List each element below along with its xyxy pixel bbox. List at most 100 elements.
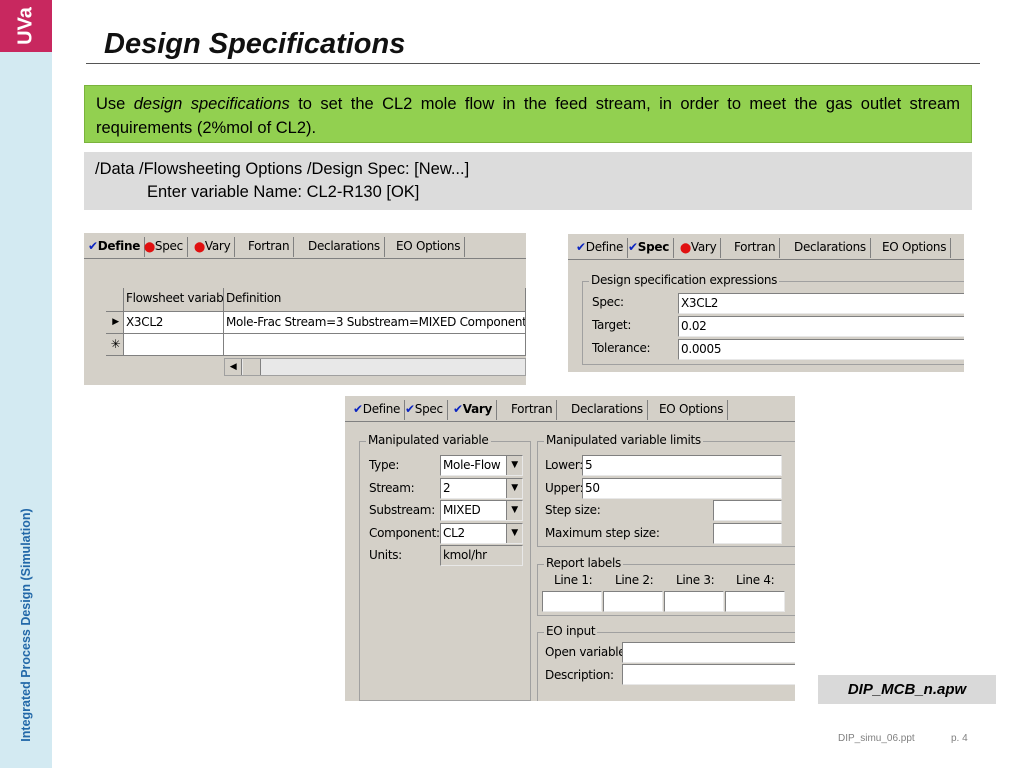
tab-strip: ✔Define ✔Spec ⬤Vary Fortran Declarations… [568,234,964,260]
line2-field[interactable] [603,591,663,612]
line2-label: Line 2: [615,573,654,587]
cell-variable[interactable]: X3CL2 [124,312,224,334]
row-pointer-icon: ▶ [106,312,124,334]
tab-declarations[interactable]: Declarations [304,237,385,257]
check-icon: ✔ [88,239,98,253]
chevron-down-icon[interactable]: ▼ [506,456,522,475]
tab-vary[interactable]: ⬤Vary [676,238,722,258]
tolerance-label: Tolerance: [592,341,651,355]
description-label: Description: [545,668,614,682]
scroll-left-button[interactable]: ◀ [225,359,242,375]
spec-tab-screenshot: ✔Define ✔Spec ⬤Vary Fortran Declarations… [568,234,964,372]
file-name-badge: DIP_MCB_n.apw [818,675,996,704]
line1-field[interactable] [542,591,602,612]
group-legend: EO input [544,624,598,638]
substream-dropdown[interactable]: MIXED ▼ [440,500,523,521]
footer-page: p. 4 [951,733,968,744]
line4-field[interactable] [725,591,785,612]
group-legend: Manipulated variable limits [544,433,703,447]
tab-vary[interactable]: ⬤Vary [190,237,236,257]
tab-fortran[interactable]: Fortran [507,400,558,420]
units-field[interactable]: kmol/hr [440,545,523,566]
scroll-thumb[interactable] [243,359,261,375]
type-label: Type: [369,458,400,472]
footer-file: DIP_simu_06.ppt [838,733,915,744]
tab-fortran[interactable]: Fortran [730,238,781,258]
left-sidebar: UVa Integrated Process Design (Simulatio… [0,0,52,768]
description-field[interactable] [622,664,795,685]
tab-eo-options[interactable]: EO Options [655,400,729,420]
tab-fortran[interactable]: Fortran [244,237,295,257]
tab-vary[interactable]: ✔Vary [449,400,498,420]
check-icon: ✔ [453,402,463,416]
step-size-field[interactable] [713,500,782,521]
new-row-icon: ✳ [106,334,124,356]
tab-declarations[interactable]: Declarations [567,400,648,420]
lower-label: Lower: [545,458,583,472]
cell-definition[interactable]: Mole-Frac Stream=3 Substream=MIXED Compo… [224,312,526,334]
spec-field[interactable]: X3CL2 [678,293,964,314]
tab-define[interactable]: ✔Define [349,400,406,420]
chevron-down-icon[interactable]: ▼ [506,479,522,498]
upper-field[interactable]: 50 [582,478,782,499]
chevron-down-icon[interactable]: ▼ [506,524,522,543]
intro-emphasis: design specifications [133,95,290,113]
sidebar-caption: Integrated Process Design (Simulation) [19,508,33,742]
column-header-flowsheet-variable[interactable]: Flowsheet variable [124,288,224,312]
max-step-size-label: Maximum step size: [545,526,660,540]
group-legend: Design specification expressions [589,273,780,287]
target-field[interactable]: 0.02 [678,316,964,337]
chevron-down-icon[interactable]: ▼ [506,501,522,520]
intro-box: Use design specifications to set the CL2… [84,85,972,143]
line3-field[interactable] [664,591,724,612]
component-label: Component: [369,526,440,540]
incomplete-icon: ⬤ [680,243,691,254]
tab-declarations[interactable]: Declarations [790,238,871,258]
menu-path-line2: Enter variable Name: CL2-R130 [OK] [147,183,420,201]
lower-field[interactable]: 5 [582,455,782,476]
open-variable-field[interactable] [622,642,795,663]
horizontal-scrollbar[interactable]: ◀ [224,358,526,376]
check-icon: ✔ [353,402,363,416]
check-icon: ✔ [576,240,586,254]
max-step-size-field[interactable] [713,523,782,544]
line3-label: Line 3: [676,573,715,587]
tab-spec[interactable]: ⬤Spec [140,237,188,257]
tolerance-field[interactable]: 0.0005 [678,339,964,360]
tab-spec[interactable]: ✔Spec [624,238,675,258]
tab-eo-options[interactable]: EO Options [392,237,466,257]
type-dropdown[interactable]: Mole-Flow ▼ [440,455,523,476]
page-title: Design Specifications [104,28,406,60]
incomplete-icon: ⬤ [144,242,155,253]
cell-new-definition[interactable] [224,334,526,356]
menu-path-line1: /Data /Flowsheeting Options /Design Spec… [95,160,470,178]
check-icon: ✔ [628,240,638,254]
stream-dropdown[interactable]: 2 ▼ [440,478,523,499]
cell-new-variable[interactable] [124,334,224,356]
line1-label: Line 1: [554,573,593,587]
intro-lead: Use [96,95,134,113]
menu-path-box: /Data /Flowsheeting Options /Design Spec… [84,152,972,210]
units-label: Units: [369,548,402,562]
tab-eo-options[interactable]: EO Options [878,238,952,258]
uva-logo: UVa [0,0,52,52]
grid-corner [106,288,124,312]
tab-define[interactable]: ✔Define [84,237,146,257]
logo-text: UVa [14,7,37,45]
tab-define[interactable]: ✔Define [572,238,629,258]
substream-label: Substream: [369,503,435,517]
spec-label: Spec: [592,295,624,309]
tab-strip: ✔Define ✔Spec ✔Vary Fortran Declarations… [345,396,795,422]
column-header-definition[interactable]: Definition [224,288,526,312]
component-dropdown[interactable]: CL2 ▼ [440,523,523,544]
incomplete-icon: ⬤ [194,242,205,253]
define-tab-screenshot: ✔Define ⬤Spec ⬤Vary Fortran Declarations… [84,233,526,385]
stream-label: Stream: [369,481,415,495]
step-size-label: Step size: [545,503,601,517]
check-icon: ✔ [405,402,415,416]
vary-tab-screenshot: ✔Define ✔Spec ✔Vary Fortran Declarations… [345,396,795,701]
tab-spec[interactable]: ✔Spec [401,400,448,420]
variables-grid: Flowsheet variable Definition ▶ X3CL2 Mo… [106,288,526,358]
upper-label: Upper: [545,481,584,495]
target-label: Target: [592,318,632,332]
